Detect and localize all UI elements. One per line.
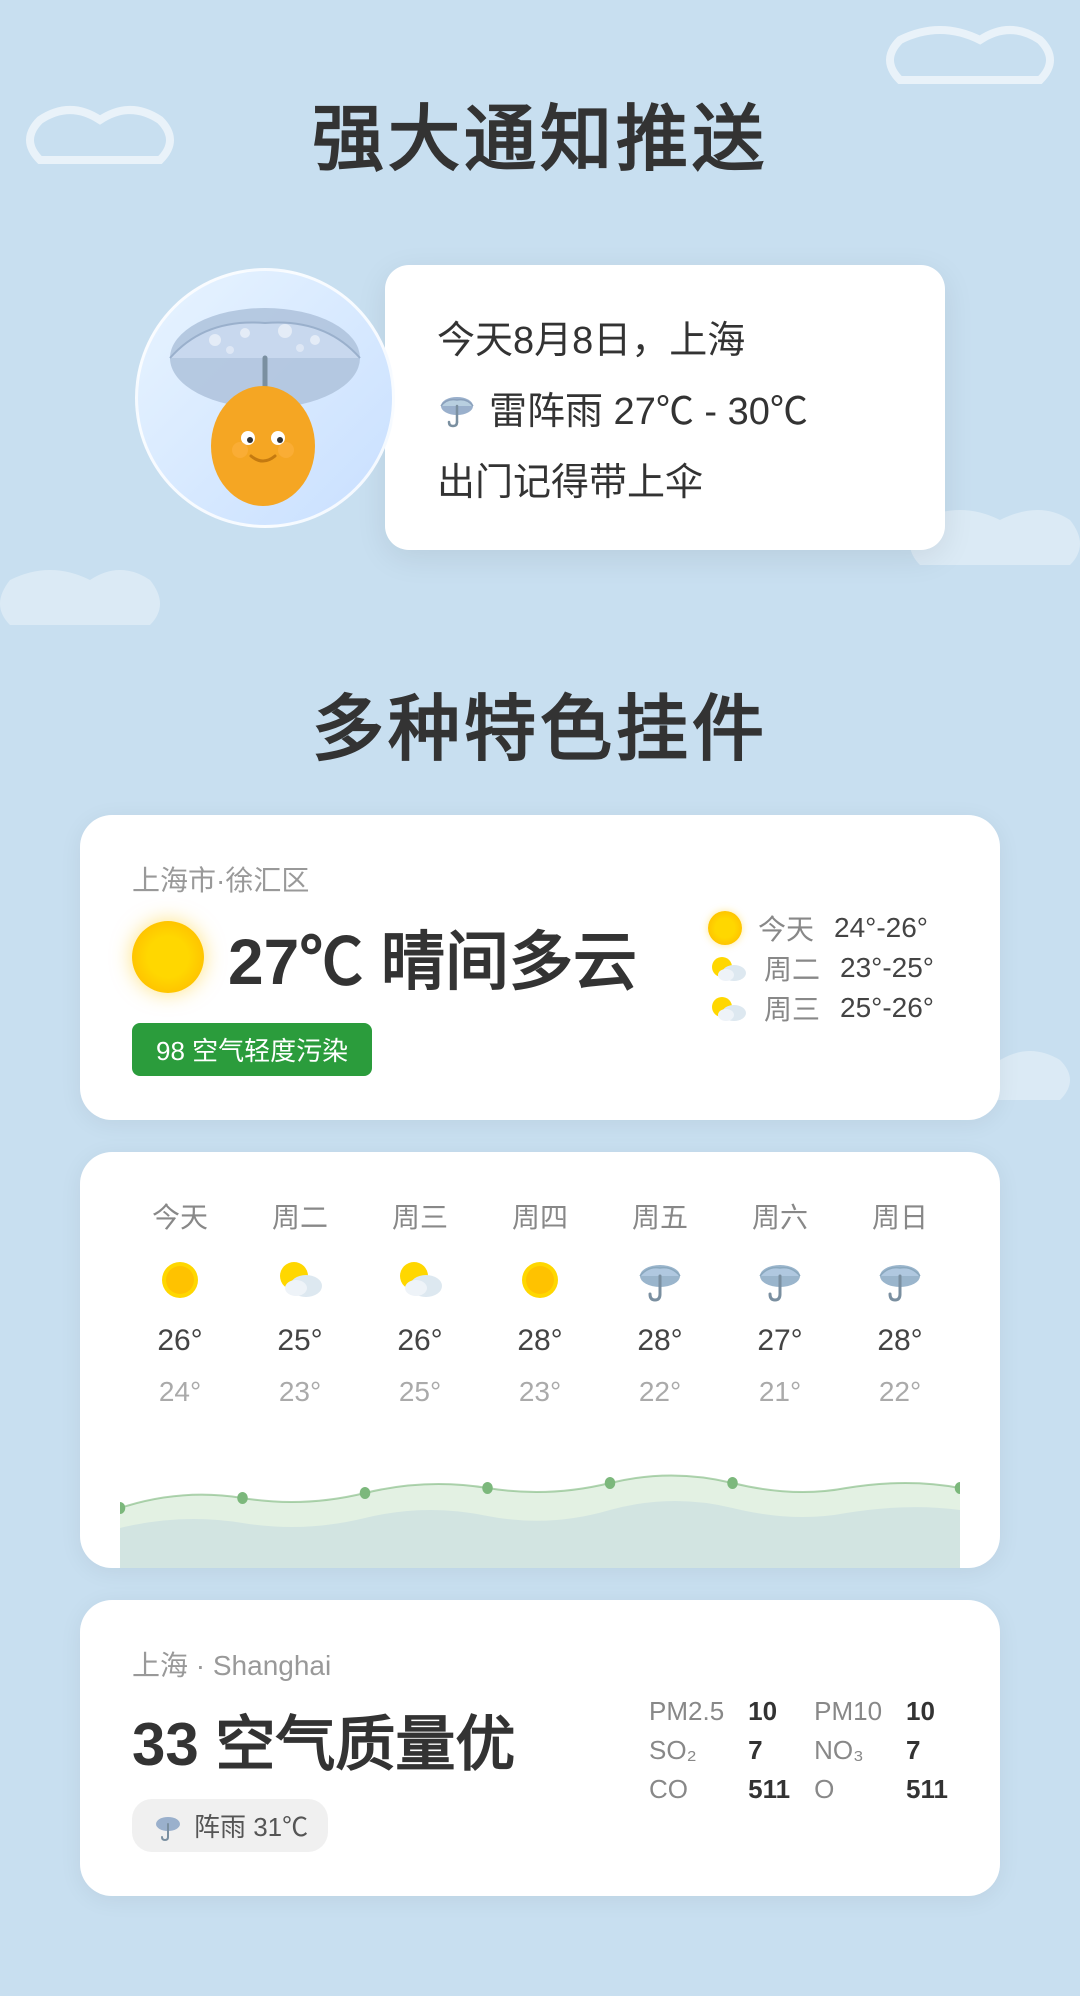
section-notification: 强大通知推送	[0, 0, 1080, 610]
forecast-day-label: 今天	[758, 908, 818, 948]
mascot-circle	[135, 268, 395, 528]
weekly-day-high: 28°	[517, 1324, 562, 1358]
weekly-day-col: 周五 28° 22°	[610, 1196, 710, 1408]
weekly-day-icon	[874, 1254, 926, 1306]
forecast-rows: 今天 24°-26° 周二 23°-25° 周三 25°-26°	[708, 908, 934, 1028]
weekly-day-low: 22°	[879, 1376, 921, 1408]
forecast-day-icon	[708, 991, 748, 1025]
widget-current-weather: 上海市·徐汇区 27℃ 晴间多云 98 空气轻度污染 今天 24°-26° 周二 23…	[80, 815, 1000, 1120]
bubble-line2-text: 雷阵雨 27℃ - 30℃	[489, 380, 808, 435]
weekly-day-icon	[634, 1254, 686, 1306]
current-main: 27℃ 晴间多云	[132, 911, 708, 1003]
air-pollutant-name: SO₂	[649, 1735, 724, 1766]
weekly-day-col: 周三 26° 25°	[370, 1196, 470, 1408]
notification-demo: 今天8月8日，上海 雷阵雨 27℃ - 30℃ 出门记得带上伞	[0, 265, 1080, 550]
weekly-day-label: 周日	[872, 1196, 928, 1236]
umbrella-air-icon	[152, 1810, 184, 1842]
forecast-day-icon	[708, 911, 742, 945]
mascot-wrapper	[135, 268, 415, 548]
speech-bubble: 今天8月8日，上海 雷阵雨 27℃ - 30℃ 出门记得带上伞	[385, 265, 945, 550]
current-temp-desc: 27℃ 晴间多云	[228, 911, 637, 1003]
air-pollutant-value: 10	[748, 1696, 790, 1727]
widgets-area: 上海市·徐汇区 27℃ 晴间多云 98 空气轻度污染 今天 24°-26° 周二 23…	[0, 775, 1080, 1956]
weekly-day-low: 24°	[159, 1376, 201, 1408]
section-widgets: 多种特色挂件 上海市·徐汇区 27℃ 晴间多云 98 空气轻度污染 今天 24°-…	[0, 610, 1080, 1996]
weekly-day-label: 周三	[392, 1196, 448, 1236]
bubble-line2: 雷阵雨 27℃ - 30℃	[437, 380, 893, 435]
weekly-day-low: 21°	[759, 1376, 801, 1408]
air-weather-badge: 阵雨 31℃	[132, 1799, 328, 1852]
umbrella-icon	[437, 388, 477, 428]
weekly-day-col: 今天 26° 24°	[130, 1196, 230, 1408]
forecast-day-range: 24°-26°	[834, 912, 928, 944]
forecast-row: 周三 25°-26°	[708, 988, 934, 1028]
weekly-day-label: 周五	[632, 1196, 688, 1236]
air-pollutant-value: 511	[748, 1774, 790, 1805]
sun-icon-large	[132, 921, 204, 993]
widget-weekly-forecast: 今天 26° 24° 周二 25° 23° 周三 26° 25° 周四 28° 23° 周五 28° 22°…	[80, 1152, 1000, 1568]
air-pollutant-name: PM2.5	[649, 1696, 724, 1727]
weekly-day-low: 23°	[519, 1376, 561, 1408]
weather-chart	[120, 1428, 960, 1568]
weekly-day-col: 周二 25° 23°	[250, 1196, 350, 1408]
notification-title: 强大通知推送	[0, 80, 1080, 185]
current-weather-left: 上海市·徐汇区 27℃ 晴间多云 98 空气轻度污染	[132, 859, 708, 1076]
weekly-day-icon	[394, 1254, 446, 1306]
weekly-day-high: 25°	[277, 1324, 322, 1358]
air-pollutant-value: 511	[906, 1774, 948, 1805]
bubble-line3: 出门记得带上伞	[437, 451, 893, 506]
weekly-day-col: 周六 27° 21°	[730, 1196, 830, 1408]
aqi-badge: 98 空气轻度污染	[132, 1023, 372, 1076]
weekly-day-high: 26°	[397, 1324, 442, 1358]
forecast-row: 周二 23°-25°	[708, 948, 934, 988]
weekly-day-label: 周二	[272, 1196, 328, 1236]
air-pollutant-name: NO₃	[814, 1735, 882, 1766]
forecast-day-icon	[708, 951, 748, 985]
current-city: 上海市·徐汇区	[132, 859, 708, 899]
weekly-day-high: 27°	[757, 1324, 802, 1358]
forecast-day-label: 周二	[764, 948, 824, 988]
forecast-day-label: 周三	[764, 988, 824, 1028]
forecast-day-range: 23°-25°	[840, 952, 934, 984]
weekly-day-col: 周日 28° 22°	[850, 1196, 950, 1408]
air-pollutant-name: CO	[649, 1774, 724, 1805]
air-main-row: 33 空气质量优 阵雨 31℃ PM2.5 10 PM10 10 SO₂ 7 NO₃ 7 CO 5…	[132, 1696, 948, 1852]
weekly-day-col: 周四 28° 23°	[490, 1196, 590, 1408]
weekly-days: 今天 26° 24° 周二 25° 23° 周三 26° 25° 周四 28° 23° 周五 28° 22°…	[120, 1196, 960, 1408]
weekly-day-low: 22°	[639, 1376, 681, 1408]
air-pollutant-value: 7	[906, 1735, 948, 1766]
current-forecast-right: 今天 24°-26° 周二 23°-25° 周三 25°-26°	[708, 908, 948, 1028]
bubble-line1: 今天8月8日，上海	[437, 309, 893, 364]
air-pollutant-value: 10	[906, 1696, 948, 1727]
air-left: 33 空气质量优 阵雨 31℃	[132, 1696, 515, 1852]
weekly-day-icon	[274, 1254, 326, 1306]
air-pollutants: PM2.5 10 PM10 10 SO₂ 7 NO₃ 7 CO 511 O 511	[649, 1696, 948, 1805]
weekly-day-label: 今天	[152, 1196, 208, 1236]
weekly-day-label: 周四	[512, 1196, 568, 1236]
air-weather-text: 阵雨 31℃	[194, 1807, 308, 1844]
air-pollutant-name: PM10	[814, 1696, 882, 1727]
forecast-row: 今天 24°-26°	[708, 908, 934, 948]
weekly-day-high: 26°	[157, 1324, 202, 1358]
air-city: 上海 · Shanghai	[132, 1644, 948, 1684]
weekly-day-low: 23°	[279, 1376, 321, 1408]
weekly-day-low: 25°	[399, 1376, 441, 1408]
weekly-day-high: 28°	[877, 1324, 922, 1358]
air-pollutant-name: O	[814, 1774, 882, 1805]
weekly-day-icon	[154, 1254, 206, 1306]
widget-air-quality: 上海 · Shanghai 33 空气质量优 阵雨 31℃	[80, 1600, 1000, 1896]
weekly-day-high: 28°	[637, 1324, 682, 1358]
air-score-desc: 33 空气质量优	[132, 1696, 515, 1783]
weekly-day-icon	[514, 1254, 566, 1306]
forecast-day-range: 25°-26°	[840, 992, 934, 1024]
weekly-day-label: 周六	[752, 1196, 808, 1236]
weekly-day-icon	[754, 1254, 806, 1306]
widgets-title: 多种特色挂件	[0, 670, 1080, 775]
air-pollutant-value: 7	[748, 1735, 790, 1766]
